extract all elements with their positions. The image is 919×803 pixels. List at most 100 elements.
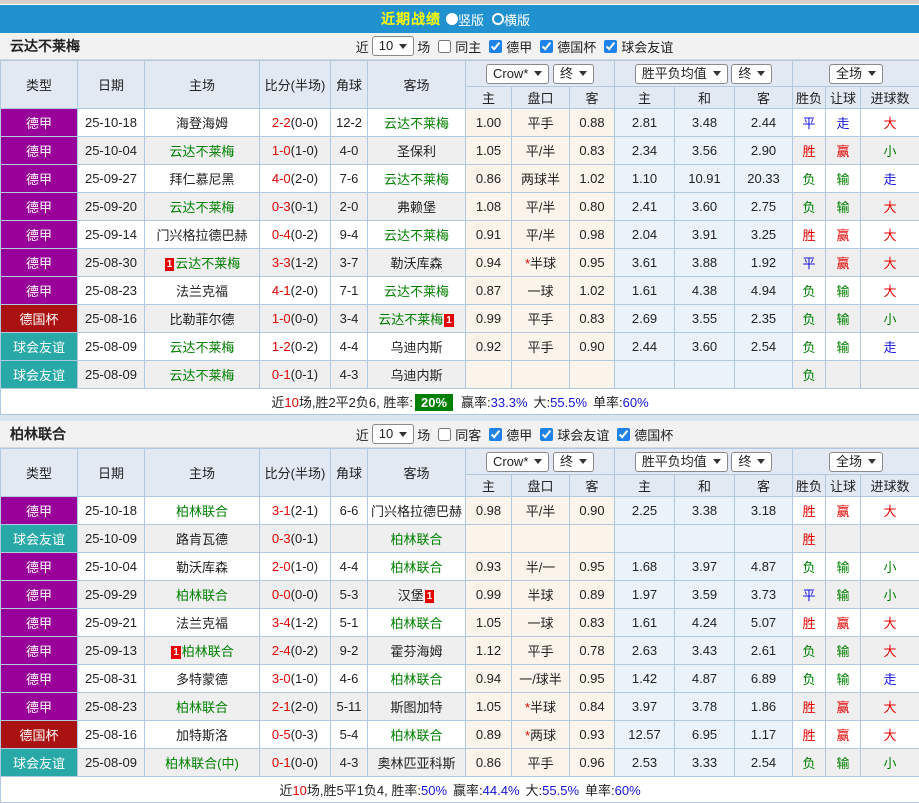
home-team-name: 柏林联合 xyxy=(176,504,228,519)
match-type-cell: 德甲 xyxy=(1,497,78,525)
layout-radio-label[interactable]: 竖版 xyxy=(458,13,484,28)
result-goals: 大 xyxy=(861,637,919,665)
result-handicap xyxy=(826,525,861,553)
result-handicap: 赢 xyxy=(826,137,861,165)
score-cell: 4-1(2-0) xyxy=(260,277,331,305)
result-handicap: 输 xyxy=(826,637,861,665)
final-odds-select[interactable]: 终 xyxy=(553,64,594,84)
result-outcome: 胜 xyxy=(793,221,826,249)
league-filter-checkbox[interactable] xyxy=(617,428,630,441)
away-team-cell: 云达不莱梅 xyxy=(368,165,466,193)
match-row: 德甲25-10-04云达不莱梅1-0(1-0)4-0圣保利1.05平/半0.83… xyxy=(1,137,919,165)
odds-source-select[interactable]: Crow* xyxy=(486,452,549,472)
odds-away xyxy=(570,525,615,553)
final-avg-select[interactable]: 终 xyxy=(731,64,772,84)
match-count-select[interactable]: 10 xyxy=(372,36,414,56)
odds-source-select[interactable]: Crow* xyxy=(486,64,549,84)
halftime-score: (2-1) xyxy=(291,503,318,518)
league-filter-label[interactable]: 球会友谊 xyxy=(621,37,673,56)
match-type-cell: 德甲 xyxy=(1,249,78,277)
league-filter-label[interactable]: 德甲 xyxy=(506,37,532,56)
same-venue-label[interactable]: 同客 xyxy=(455,425,481,444)
same-venue-checkbox[interactable] xyxy=(438,428,451,441)
section-0: 云达不莱梅近10场同主德甲德国杯球会友谊类型日期主场比分(半场)角球客场Crow… xyxy=(0,33,919,415)
home-team-name: 云达不莱梅 xyxy=(169,144,234,159)
home-team-name: 法兰克福 xyxy=(176,284,228,299)
result-handicap: 输 xyxy=(826,581,861,609)
avg-draw: 3.60 xyxy=(675,193,735,221)
avg-odds-select[interactable]: 胜平负均值 xyxy=(635,64,728,84)
same-venue-checkbox[interactable] xyxy=(438,40,451,53)
layout-radio-label[interactable]: 横版 xyxy=(504,13,530,28)
home-team-cell: 加特斯洛 xyxy=(145,721,260,749)
summary-stat: 赢率:44.4% xyxy=(453,783,520,798)
odds-home: 0.91 xyxy=(466,221,512,249)
win-rate-value: 50% xyxy=(421,783,447,798)
stat-label: 单率: xyxy=(593,395,623,410)
match-row: 德甲25-09-21法兰克福3-4(1-2)5-1柏林联合1.05一球0.831… xyxy=(1,609,919,637)
home-team-name: 加特斯洛 xyxy=(176,728,228,743)
date-cell: 25-09-21 xyxy=(78,609,145,637)
avg-home: 2.63 xyxy=(615,637,675,665)
corners-cell: 7-6 xyxy=(331,165,368,193)
league-filter-checkbox[interactable] xyxy=(540,40,553,53)
handicap-value: 平/半 xyxy=(526,228,556,243)
league-filter-checkbox[interactable] xyxy=(489,40,502,53)
fulltime-score: 4-1 xyxy=(272,283,291,298)
fulltime-score: 0-1 xyxy=(272,755,291,770)
scope-select[interactable]: 全场 xyxy=(829,452,883,472)
league-filter-label[interactable]: 德国杯 xyxy=(557,37,596,56)
layout-radio-unselected[interactable] xyxy=(492,13,504,25)
league-filter-label[interactable]: 德国杯 xyxy=(634,425,673,444)
summary-count: 10 xyxy=(284,395,298,410)
result-handicap: 输 xyxy=(826,165,861,193)
home-team-cell: 门兴格拉德巴赫 xyxy=(145,221,260,249)
avg-home: 1.97 xyxy=(615,581,675,609)
avg-home: 2.25 xyxy=(615,497,675,525)
avg-home: 2.34 xyxy=(615,137,675,165)
near-label: 近 xyxy=(356,425,369,444)
same-venue-label[interactable]: 同主 xyxy=(455,37,481,56)
result-outcome: 负 xyxy=(793,749,826,777)
odds-home: 0.94 xyxy=(466,249,512,277)
odds-home: 0.89 xyxy=(466,721,512,749)
scope-select-value: 全场 xyxy=(836,454,862,470)
away-team-name: 云达不莱梅 xyxy=(384,228,449,243)
odds-away: 0.80 xyxy=(570,193,615,221)
final-avg-select[interactable]: 终 xyxy=(731,452,772,472)
match-row: 德甲25-08-23柏林联合2-1(2-0)5-11斯图加特1.05*半球0.8… xyxy=(1,693,919,721)
avg-odds-select[interactable]: 胜平负均值 xyxy=(635,452,728,472)
match-count-select[interactable]: 10 xyxy=(372,424,414,444)
chevron-down-icon xyxy=(868,459,876,464)
avg-away: 4.94 xyxy=(735,277,793,305)
league-filter-label[interactable]: 德甲 xyxy=(506,425,532,444)
match-row: 德甲25-08-23法兰克福4-1(2-0)7-1云达不莱梅0.87一球1.02… xyxy=(1,277,919,305)
result-goals: 小 xyxy=(861,137,919,165)
odds-handicap: 平/半 xyxy=(512,193,570,221)
scope-group: 全场 xyxy=(793,61,919,87)
away-team-cell: 奥林匹亚科斯 xyxy=(368,749,466,777)
sub-header-8: 进球数 xyxy=(861,87,919,109)
scope-select[interactable]: 全场 xyxy=(829,64,883,84)
halftime-score: (0-1) xyxy=(291,367,318,382)
final-odds-select[interactable]: 终 xyxy=(553,452,594,472)
league-filter-checkbox[interactable] xyxy=(489,428,502,441)
sections: 云达不莱梅近10场同主德甲德国杯球会友谊类型日期主场比分(半场)角球客场Crow… xyxy=(0,33,919,803)
layout-radio-selected[interactable] xyxy=(446,13,458,25)
avg-home: 2.81 xyxy=(615,109,675,137)
avg-away: 2.54 xyxy=(735,749,793,777)
away-team-cell: 圣保利 xyxy=(368,137,466,165)
odds-handicap: 平手 xyxy=(512,637,570,665)
odds-away: 0.93 xyxy=(570,721,615,749)
summary-stat: 单率:60% xyxy=(585,783,641,798)
league-filter-checkbox[interactable] xyxy=(540,428,553,441)
odds-away: 0.83 xyxy=(570,305,615,333)
league-filter-checkbox[interactable] xyxy=(604,40,617,53)
home-team-cell: 云达不莱梅 xyxy=(145,137,260,165)
result-goals: 小 xyxy=(861,581,919,609)
league-filter-label[interactable]: 球会友谊 xyxy=(557,425,609,444)
chevron-down-icon xyxy=(713,459,721,464)
away-team-name: 圣保利 xyxy=(397,144,436,159)
result-outcome: 平 xyxy=(793,109,826,137)
odds-handicap: 平手 xyxy=(512,305,570,333)
